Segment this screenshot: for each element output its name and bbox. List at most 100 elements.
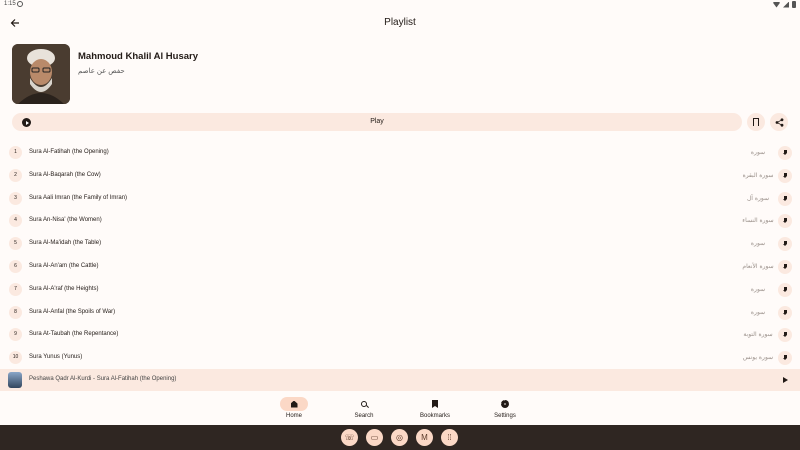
download-button[interactable] xyxy=(778,214,792,229)
sura-row[interactable]: 8 Sura Al-Anfal (the Spoils of War) سورة ا… xyxy=(0,303,800,323)
sura-calligraphy: سورة النساء xyxy=(742,217,774,225)
share-icon xyxy=(775,117,783,127)
battery-icon xyxy=(792,1,796,8)
reciter-photo xyxy=(12,44,70,104)
bookmark-playlist-button[interactable] xyxy=(747,113,765,131)
download-button[interactable] xyxy=(778,146,792,160)
sura-calligraphy: سورة آل عمران xyxy=(746,194,770,202)
nav-settings-indicator xyxy=(491,397,519,411)
phone-icon[interactable]: ☏ xyxy=(341,429,358,446)
gear-icon xyxy=(501,400,509,408)
download-button[interactable] xyxy=(778,328,792,343)
sura-name: Sura At-Taubah (the Repentance) xyxy=(29,331,119,338)
sura-row[interactable]: 6 Sura Al-An'am (the Cattle) سورة الأنعام xyxy=(0,257,800,277)
bookmark-outline-icon xyxy=(753,118,759,126)
share-button[interactable] xyxy=(770,113,788,131)
nav-search-indicator xyxy=(350,397,378,411)
sura-number: 5 xyxy=(9,237,22,251)
sura-row[interactable]: 1 Sura Al-Fatihah (the Opening) سورة الفات… xyxy=(0,143,800,163)
sura-row[interactable]: 2 Sura Al-Baqarah (the Cow) سورة البقرة xyxy=(0,166,800,186)
nav-label-home: Home xyxy=(285,413,302,419)
download-icon xyxy=(782,355,788,361)
nav-item-bookmarks[interactable]: Bookmarks xyxy=(407,395,463,423)
now-playing-play-button[interactable] xyxy=(778,373,792,387)
wifi-icon xyxy=(773,1,780,8)
sura-name: Sura Al-Fatihah (the Opening) xyxy=(29,149,109,155)
reciter-portrait-icon xyxy=(12,44,70,104)
download-button[interactable] xyxy=(778,260,792,274)
sura-calligraphy: سورة المائدة xyxy=(750,240,766,248)
home-icon xyxy=(290,400,298,408)
nav-item-search[interactable]: Search xyxy=(336,395,392,423)
sura-number: 6 xyxy=(9,260,22,273)
sura-number: 1 xyxy=(9,146,22,159)
reciter-riwaya: حفص عن عاصم xyxy=(78,68,125,75)
reciter-header: Mahmoud Khalil Al Husary حفص عن عاصم xyxy=(12,44,792,104)
status-bar: 1:15 xyxy=(0,0,800,10)
now-playing-avatar xyxy=(8,372,22,388)
page-title: Playlist xyxy=(384,17,416,28)
sura-number: 9 xyxy=(9,328,22,342)
download-icon xyxy=(782,309,788,316)
download-icon xyxy=(782,332,788,338)
sura-calligraphy: سورة يونس xyxy=(742,354,774,362)
search-icon xyxy=(361,401,367,407)
gmail-icon[interactable]: M xyxy=(416,429,433,446)
sura-name: Sura Al-A'raf (the Heights) xyxy=(29,285,99,292)
download-icon xyxy=(782,264,788,270)
taskbar: ☏ ▭ ◎ M ⁞⁞ xyxy=(0,425,800,450)
sura-calligraphy: سورة الأنعام xyxy=(742,263,774,270)
sura-row[interactable]: 9 Sura At-Taubah (the Repentance) سورة الت… xyxy=(0,325,800,345)
bottom-navigation: Home Search Bookmarks Settings xyxy=(0,391,800,425)
download-button[interactable] xyxy=(778,351,792,366)
top-app-bar: Playlist xyxy=(0,12,800,36)
sura-number: 7 xyxy=(9,282,22,296)
nav-bookmarks-indicator xyxy=(421,397,449,411)
chrome-icon[interactable]: ◎ xyxy=(391,429,408,446)
sura-number: 2 xyxy=(9,168,22,182)
notification-icon xyxy=(17,1,23,7)
sura-number: 3 xyxy=(9,191,22,205)
sura-name: Sura Al-Ma'idah (the Table) xyxy=(29,240,102,247)
messages-icon[interactable]: ▭ xyxy=(366,429,383,446)
nav-home-indicator xyxy=(280,397,308,411)
sura-row[interactable]: 5 Sura Al-Ma'idah (the Table) سورة المائدة xyxy=(0,234,800,254)
download-button[interactable] xyxy=(778,305,792,320)
play-label: Play xyxy=(370,118,384,125)
nav-item-settings[interactable]: Settings xyxy=(477,395,533,423)
download-button[interactable] xyxy=(778,191,792,206)
reciter-name: Mahmoud Khalil Al Husary xyxy=(78,51,198,62)
status-indicators xyxy=(773,1,796,8)
now-playing-bar[interactable]: Peshawa Qadr Al-Kurdi - Sura Al-Fatihah … xyxy=(0,369,800,391)
sura-calligraphy: سورة التوبة xyxy=(743,331,773,339)
download-icon xyxy=(782,195,788,202)
sura-row[interactable]: 10 Sura Yunus (Yunus) سورة يونس xyxy=(0,348,800,368)
download-button[interactable] xyxy=(778,168,792,183)
now-playing-text: Peshawa Qadr Al-Kurdi - Sura Al-Fatihah … xyxy=(29,376,177,382)
download-icon xyxy=(782,172,788,179)
download-button[interactable] xyxy=(778,282,792,297)
download-icon xyxy=(782,286,788,293)
sura-number: 10 xyxy=(9,351,22,365)
sura-row[interactable]: 7 Sura Al-A'raf (the Heights) سورة الأعراف xyxy=(0,280,800,300)
sura-number: 4 xyxy=(9,214,22,228)
download-icon xyxy=(782,150,788,156)
sura-name: Sura Yunus (Yunus) xyxy=(29,354,83,361)
download-icon xyxy=(782,241,788,247)
app-drawer-icon[interactable]: ⁞⁞ xyxy=(441,429,458,446)
sura-calligraphy: سورة الفاتحة xyxy=(750,149,766,156)
sura-name: Sura An-Nisa' (the Women) xyxy=(29,217,102,224)
nav-label-search: Search xyxy=(354,413,374,419)
sura-row[interactable]: 4 Sura An-Nisa' (the Women) سورة النساء xyxy=(0,211,800,231)
nav-item-home[interactable]: Home xyxy=(266,395,322,423)
nav-label-settings: Settings xyxy=(494,413,516,419)
bookmarks-icon xyxy=(432,400,438,408)
sura-calligraphy: سورة الأعراف xyxy=(750,285,766,293)
play-all-button[interactable]: Play xyxy=(12,113,742,131)
sura-name: Sura Aali Imran (the Family of Imran) xyxy=(29,194,128,201)
sura-row[interactable]: 3 Sura Aali Imran (the Family of Imran) سو… xyxy=(0,189,800,209)
status-time: 1:15 xyxy=(4,1,16,7)
nav-label-bookmarks: Bookmarks xyxy=(419,413,450,419)
download-button[interactable] xyxy=(778,237,792,252)
sura-number: 8 xyxy=(9,305,22,319)
